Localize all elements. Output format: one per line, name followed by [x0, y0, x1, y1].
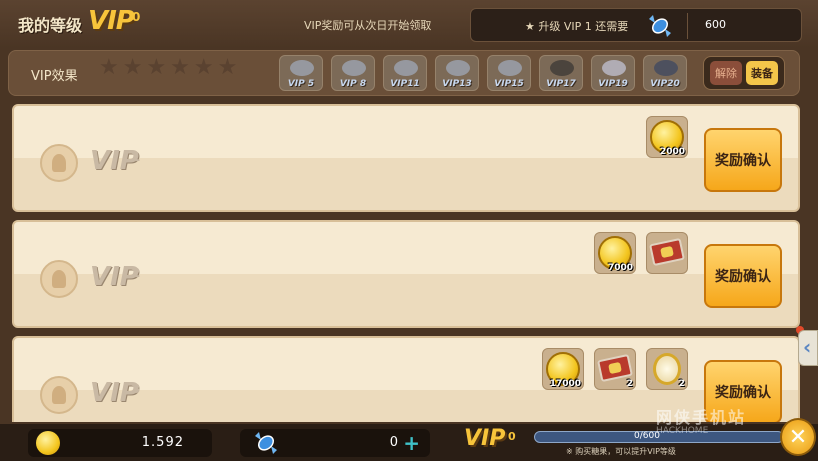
effect-icon: [654, 60, 678, 76]
confirm-reward-button[interactable]: 奖励确认: [704, 244, 782, 308]
vip-effect-badge[interactable]: VIP 8: [331, 55, 375, 91]
divider: [687, 13, 688, 39]
add-candy-button[interactable]: +: [403, 431, 420, 455]
vip-effect-badge[interactable]: VIP 5: [279, 55, 323, 91]
upgrade-requirement: ★ 升级 VIP 1 还需要 600: [470, 8, 802, 42]
card-vip-level: 1: [132, 150, 141, 164]
unequip-option[interactable]: 解除: [710, 61, 742, 85]
close-button[interactable]: ✕: [780, 418, 816, 456]
equip-toggle[interactable]: 解除 装备: [703, 56, 785, 90]
effect-icon: [498, 60, 522, 76]
blue-candy-icon: [255, 432, 277, 454]
watermark-sub: HACKHOME: [656, 426, 709, 436]
gold-balance: 1.592: [28, 429, 212, 457]
effect-icon: [290, 60, 314, 76]
vip-effect-badge[interactable]: VIP19: [591, 55, 635, 91]
bottom-vip-logo: VIP: [464, 426, 506, 451]
leaf-emblem-icon: [40, 376, 78, 414]
effect-icon: [446, 60, 470, 76]
vip-effect-badge[interactable]: VIP15: [487, 55, 531, 91]
bottom-vip-level: 0: [508, 430, 516, 443]
vip-effect-badge[interactable]: VIP20: [643, 55, 687, 91]
page-title: 我的等级: [18, 16, 83, 35]
current-vip-level: 0: [132, 10, 141, 24]
equip-option[interactable]: 装备: [746, 61, 778, 85]
reward-item[interactable]: 2: [594, 348, 636, 390]
effect-icon: [394, 60, 418, 76]
reward-qty: 7000: [607, 263, 633, 273]
reward-item[interactable]: 2000: [646, 116, 688, 158]
candy-amount: 0: [389, 435, 398, 450]
reward-qty: 2000: [659, 147, 685, 157]
vip-effect-badge[interactable]: VIP17: [539, 55, 583, 91]
vip-effects-label: VIP效果: [31, 69, 78, 84]
effect-icon: [550, 60, 574, 76]
vip-reward-card: VIP 1 2000 奖励确认: [12, 104, 800, 212]
vip-reward-card: VIP 2 7000 奖励确认: [12, 220, 800, 328]
ticket-icon: [597, 353, 633, 383]
reward-item[interactable]: 2: [646, 348, 688, 390]
gold-coin-icon: [36, 431, 60, 455]
upgrade-amount: 600: [705, 18, 726, 31]
vip-screen: 我的等级 VIP 0 VIP奖励可从次日开始领取 ★ 升级 VIP 1 还需要 …: [0, 0, 818, 461]
effect-icon: [342, 60, 366, 76]
watermark: 网侠手机站: [656, 408, 747, 427]
effect-icon: [602, 60, 626, 76]
reward-notice: VIP奖励可从次日开始领取: [304, 19, 432, 32]
vip-logo: VIP: [88, 6, 135, 36]
reward-qty: 17000: [549, 379, 581, 389]
side-panel-tab[interactable]: [798, 330, 818, 366]
confirm-reward-button[interactable]: 奖励确认: [704, 128, 782, 192]
decorative-stars: ★★★★★★: [99, 55, 242, 80]
vip-effect-badges: VIP 5 VIP 8 VIP11 VIP13 VIP15 VIP17 VIP1…: [279, 55, 687, 91]
header-bar: 我的等级 VIP 0 VIP奖励可从次日开始领取 ★ 升级 VIP 1 还需要 …: [0, 0, 818, 48]
blue-candy-icon: [649, 15, 671, 37]
reward-item[interactable]: [646, 232, 688, 274]
card-vip-level: 3: [132, 382, 141, 396]
mirror-icon: [653, 353, 681, 385]
upgrade-text: ★ 升级 VIP 1 还需要: [525, 20, 629, 33]
vip-progress-hint: ※ 购买糖果，可以提升VIP等级: [566, 447, 676, 456]
ticket-icon: [649, 237, 685, 267]
vip-effect-badge[interactable]: VIP13: [435, 55, 479, 91]
vip-effect-badge[interactable]: VIP11: [383, 55, 427, 91]
leaf-emblem-icon: [40, 144, 78, 182]
gold-amount: 1.592: [141, 435, 184, 450]
candy-balance: 0 +: [240, 429, 430, 457]
reward-qty: 2: [678, 379, 685, 389]
card-vip-level: 2: [132, 266, 141, 280]
reward-item[interactable]: 7000: [594, 232, 636, 274]
leaf-emblem-icon: [40, 260, 78, 298]
vip-reward-list[interactable]: VIP 1 2000 奖励确认 VIP 2 7000 奖励确认 VIP 3 17…: [12, 104, 802, 422]
vip-effects-bar: VIP效果 ★★★★★★ VIP 5 VIP 8 VIP11 VIP13 VIP…: [8, 50, 800, 96]
reward-qty: 2: [626, 379, 633, 389]
reward-item[interactable]: 17000: [542, 348, 584, 390]
